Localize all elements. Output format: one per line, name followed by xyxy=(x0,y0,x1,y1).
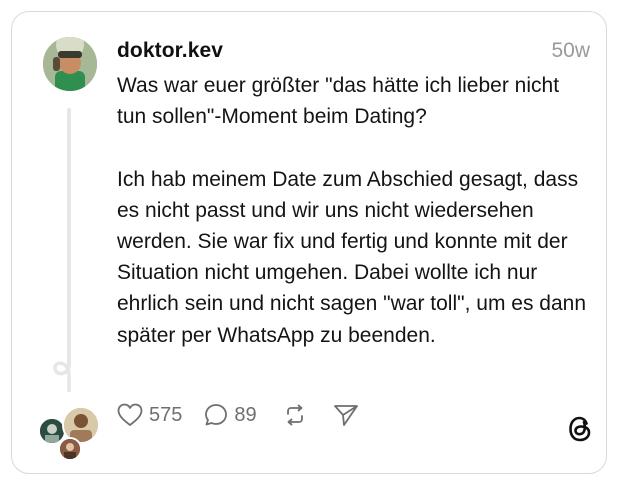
thread-line xyxy=(67,108,71,366)
heart-icon xyxy=(117,403,143,426)
reply-avatars[interactable] xyxy=(38,404,100,461)
post-time[interactable]: 50w xyxy=(551,39,590,63)
paper-plane-icon xyxy=(333,405,358,426)
repost-arrows-icon xyxy=(286,404,303,426)
speech-bubble-icon xyxy=(205,404,228,426)
threads-logo-icon[interactable] xyxy=(566,414,594,444)
reply-button[interactable]: 89 xyxy=(204,403,257,427)
thread-loop xyxy=(53,356,71,392)
share-button[interactable] xyxy=(333,403,359,427)
like-count: 575 xyxy=(149,403,183,426)
avatar[interactable] xyxy=(43,37,97,91)
username[interactable]: doktor.kev xyxy=(117,39,223,63)
reply-avatar xyxy=(58,437,82,461)
avatar-image xyxy=(43,37,97,91)
post-text: Was war euer größter "das hätte ich lieb… xyxy=(117,74,587,347)
action-bar: 575 89 xyxy=(117,400,359,430)
repost-button[interactable] xyxy=(283,403,307,427)
like-button[interactable]: 575 xyxy=(117,403,182,427)
reply-count: 89 xyxy=(234,403,257,426)
